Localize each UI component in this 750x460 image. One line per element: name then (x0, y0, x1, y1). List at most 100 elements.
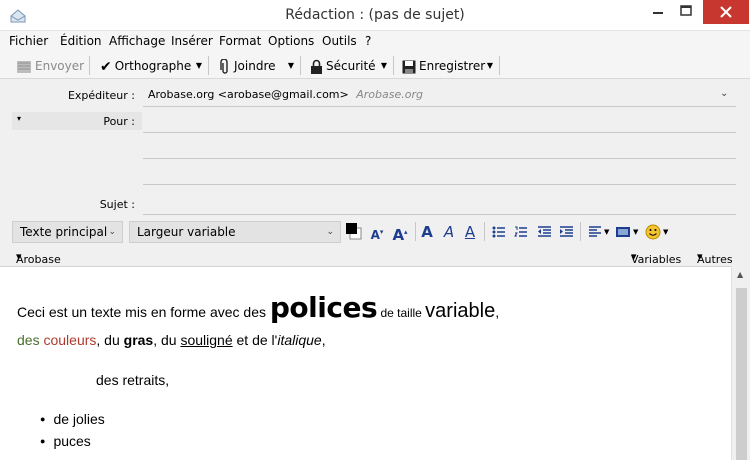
menu-format[interactable]: Format (219, 34, 261, 48)
body-text: , du (96, 332, 124, 348)
paragraph-style-select[interactable]: Texte principal ⌄ (12, 221, 123, 243)
list-item: puces (40, 433, 90, 449)
toolbar-separator (580, 222, 581, 241)
save-label: Enregistrer (419, 59, 486, 73)
security-button[interactable]: Sécurité (310, 56, 376, 76)
scroll-up-icon[interactable]: ▲ (737, 270, 743, 279)
color-picker-icon[interactable] (345, 222, 365, 242)
menu-bar: Fichier Édition Affichage Insérer Format… (0, 31, 750, 52)
from-select[interactable]: Arobase.org <arobase@gmail.com> Arobase.… (148, 88, 423, 101)
attach-button[interactable]: Joindre (219, 56, 276, 76)
font-larger-icon[interactable]: A▴ (391, 222, 409, 244)
divider (143, 214, 736, 215)
security-label: Sécurité (326, 59, 376, 73)
menu-fichier[interactable]: Fichier (9, 34, 48, 48)
save-dropdown-icon[interactable]: ▼ (484, 56, 496, 76)
to-label: Pour : (103, 115, 135, 128)
font-select[interactable]: Largeur variable ⌄ (129, 221, 341, 243)
checkmark-icon: ✔ (100, 58, 112, 75)
body-text: , (321, 332, 326, 348)
recipient-row-input[interactable] (143, 136, 736, 156)
to-input[interactable] (143, 112, 736, 132)
align-icon[interactable] (588, 225, 602, 239)
others-menu[interactable]: Autres ▾ (697, 250, 733, 266)
paragraph-style-value: Texte principal (20, 225, 108, 239)
signature-label: Arobase (16, 253, 61, 266)
variables-menu[interactable]: Variables ▾ (631, 250, 681, 266)
underline-icon[interactable]: A (463, 222, 477, 242)
main-toolbar: Envoyer ✔ Orthographe ▼ Joindre ▼ Sécurit… (0, 52, 750, 79)
body-text-small: de taille (377, 306, 426, 320)
subject-input[interactable] (143, 194, 736, 214)
align-dropdown-icon[interactable]: ▼ (604, 228, 609, 236)
chevron-down-icon: ⌄ (108, 227, 116, 237)
body-text: , (495, 304, 500, 320)
recipient-row-input[interactable] (143, 162, 736, 182)
attach-label: Joindre (234, 59, 276, 73)
bullet-list-icon[interactable] (492, 225, 506, 239)
scrollbar-thumb[interactable] (736, 288, 747, 460)
indent-icon[interactable] (559, 225, 574, 239)
recipient-type-select[interactable]: ▾ Pour : (12, 112, 142, 130)
maximize-icon[interactable] (673, 0, 699, 24)
extension-bar: Arobase ▾ Variables ▾ Autres ▾ (0, 247, 750, 266)
vertical-scrollbar[interactable]: ▲ (731, 266, 750, 460)
close-icon[interactable] (703, 0, 749, 24)
body-text-underline: souligné (180, 332, 233, 348)
toolbar-separator (499, 56, 500, 75)
spellcheck-dropdown-icon[interactable]: ▼ (193, 56, 205, 76)
menu-outils[interactable]: Outils (322, 34, 357, 48)
toolbar-separator (484, 222, 485, 241)
toolbar-separator (89, 56, 90, 75)
italic-icon[interactable]: A (442, 222, 456, 242)
smiley-icon[interactable] (645, 224, 661, 240)
send-button[interactable]: Envoyer (16, 56, 84, 76)
body-text-large: polices (269, 291, 378, 324)
body-text: et de l' (232, 332, 278, 348)
insert-dropdown-icon[interactable]: ▼ (633, 228, 638, 236)
body-text-green: des (17, 332, 44, 348)
spellcheck-button[interactable]: ✔ Orthographe (100, 56, 191, 76)
insert-image-icon[interactable] (615, 225, 631, 239)
title-bar: Rédaction : (pas de sujet) (0, 0, 750, 31)
send-label: Envoyer (35, 59, 85, 73)
body-text: Ceci est un texte mis en forme avec des (17, 304, 270, 320)
signature-menu[interactable]: Arobase ▾ (16, 250, 61, 266)
save-button[interactable]: Enregistrer (402, 56, 485, 76)
toolbar-separator (415, 222, 416, 241)
body-text: , du (153, 332, 181, 348)
chevron-down-icon[interactable]: ⌄ (720, 88, 728, 99)
attach-dropdown-icon[interactable]: ▼ (285, 56, 297, 76)
subject-label: Sujet : (99, 198, 135, 211)
message-body-editor[interactable]: Ceci est un texte mis en forme avec des … (0, 266, 750, 460)
menu-affichage[interactable]: Affichage (109, 34, 165, 48)
divider (143, 132, 736, 133)
font-smaller-icon[interactable]: A▾ (370, 222, 384, 242)
divider (143, 106, 736, 107)
body-line-indented: des retraits, (96, 372, 170, 388)
divider (143, 184, 736, 185)
minimize-icon[interactable] (645, 0, 671, 24)
outdent-icon[interactable] (537, 225, 552, 239)
variables-label: Variables (631, 253, 682, 266)
from-address: Arobase.org <arobase@gmail.com> (148, 88, 349, 101)
divider (143, 158, 736, 159)
menu-options[interactable]: Options (268, 34, 314, 48)
menu-help[interactable]: ? (365, 34, 371, 48)
bold-icon[interactable]: A (420, 222, 434, 242)
toolbar-separator (393, 56, 394, 75)
paperclip-icon (220, 58, 228, 74)
numbered-list-icon[interactable] (514, 225, 528, 239)
menu-inserer[interactable]: Insérer (171, 34, 213, 48)
font-value: Largeur variable (137, 225, 236, 239)
from-label: Expéditeur : (67, 89, 135, 102)
smiley-dropdown-icon[interactable]: ▼ (663, 228, 668, 236)
chevron-down-icon: ⌄ (326, 227, 334, 237)
menu-edition[interactable]: Édition (60, 34, 102, 48)
floppy-icon (402, 60, 416, 73)
toolbar-separator (208, 56, 209, 75)
toolbar-separator (300, 56, 301, 75)
security-dropdown-icon[interactable]: ▼ (378, 56, 390, 76)
send-icon (17, 60, 31, 73)
body-text-red: couleurs (43, 332, 97, 348)
